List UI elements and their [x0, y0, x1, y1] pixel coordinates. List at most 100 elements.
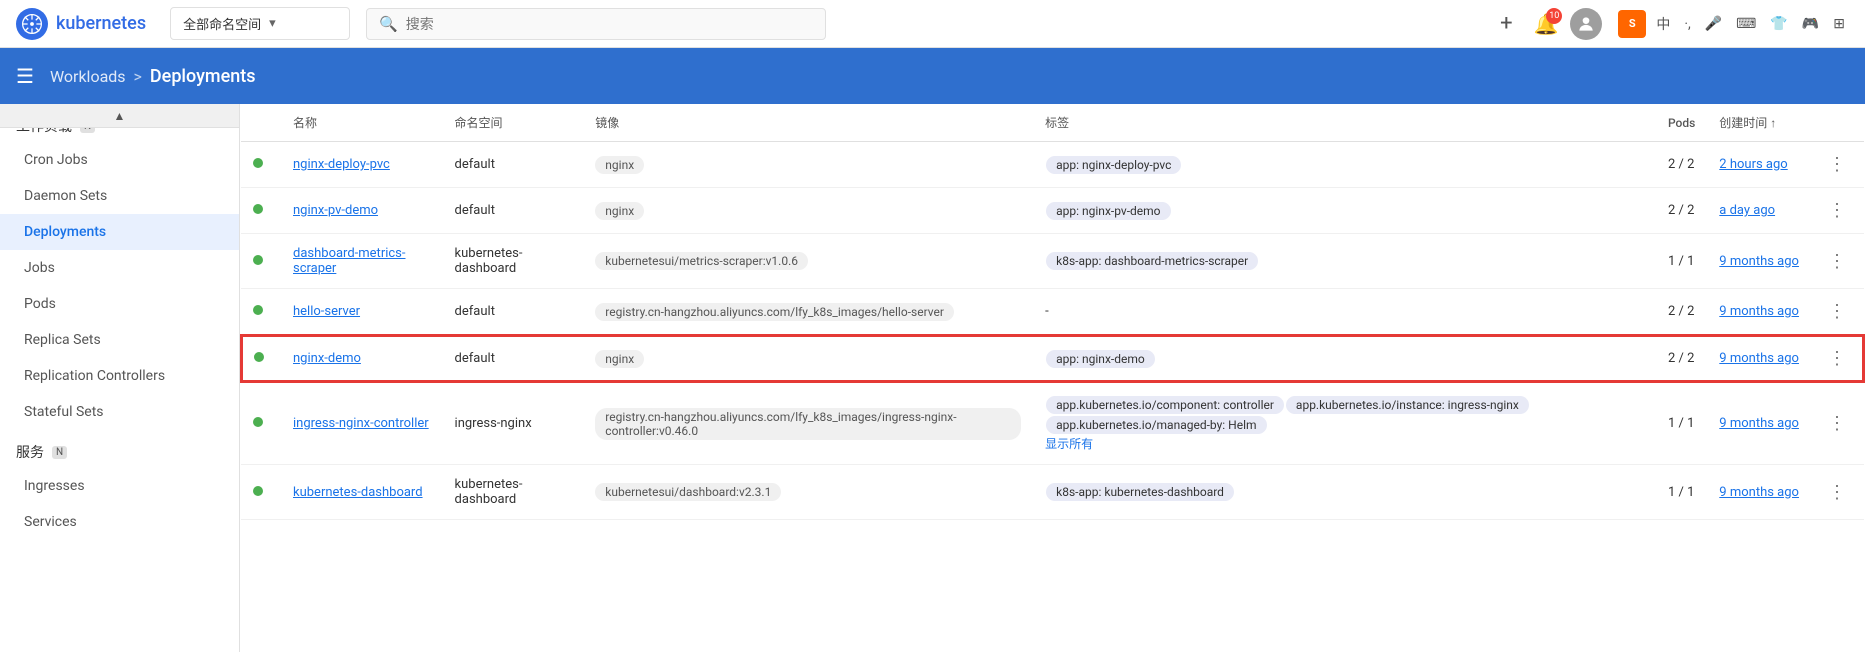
pods-cell: 2 / 2	[1656, 188, 1707, 234]
row-menu-button[interactable]: ⋮	[1823, 251, 1851, 272]
sidebar-item-services[interactable]: Services	[0, 504, 239, 540]
breadcrumb-workloads[interactable]: Workloads	[50, 67, 126, 86]
labels-cell: k8s-app: dashboard-metrics-scraper	[1033, 234, 1656, 289]
time-link[interactable]: 9 months ago	[1719, 485, 1799, 500]
time-cell: 2 hours ago	[1707, 142, 1811, 188]
chevron-down-icon: ▾	[269, 16, 276, 31]
content-area: 名称 命名空间 镜像 标签 Pods 创建时间 ↑ nginx-deploy-p…	[240, 104, 1865, 652]
namespace-cell: default	[443, 335, 584, 382]
kubernetes-logo	[16, 8, 48, 40]
row-menu-button[interactable]: ⋮	[1823, 348, 1851, 369]
sidebar-item-deployments[interactable]: Deployments	[0, 214, 239, 250]
actions-cell: ⋮	[1811, 382, 1864, 465]
image-cell: registry.cn-hangzhou.aliyuncs.com/lfy_k8…	[583, 382, 1033, 465]
sidebar-item-replication-controllers[interactable]: Replication Controllers	[0, 358, 239, 394]
deployment-name-link[interactable]: hello-server	[293, 304, 360, 319]
namespace-cell: ingress-nginx	[443, 382, 584, 465]
name-cell: ingress-nginx-controller	[281, 382, 443, 465]
notification-button[interactable]: 🔔 10	[1530, 8, 1562, 40]
deployment-name-link[interactable]: nginx-pv-demo	[293, 203, 378, 218]
sogou-lang[interactable]: 中	[1652, 12, 1674, 36]
label-chip: k8s-app: kubernetes-dashboard	[1046, 483, 1234, 501]
add-button[interactable]: +	[1490, 8, 1522, 40]
namespace-label: 全部命名空间	[183, 14, 261, 33]
row-menu-button[interactable]: ⋮	[1823, 154, 1851, 175]
status-cell	[241, 465, 281, 520]
sidebar-item-replica-sets[interactable]: Replica Sets	[0, 322, 239, 358]
search-input[interactable]	[406, 16, 813, 32]
time-link[interactable]: 9 months ago	[1719, 416, 1799, 431]
pods-cell: 1 / 1	[1656, 465, 1707, 520]
row-menu-button[interactable]: ⋮	[1823, 413, 1851, 434]
image-cell: nginx	[583, 188, 1033, 234]
time-link[interactable]: 9 months ago	[1719, 254, 1799, 269]
sidebar-item-pods[interactable]: Pods	[0, 286, 239, 322]
app-title: kubernetes	[56, 13, 146, 34]
name-cell: nginx-pv-demo	[281, 188, 443, 234]
labels-cell: -	[1033, 289, 1656, 336]
sidebar-item-jobs[interactable]: Jobs	[0, 250, 239, 286]
sogou-toolbar: S 中 ·, 🎤 ⌨ 👕 🎮 ⊞	[1618, 10, 1849, 38]
sogou-dot1[interactable]: ·,	[1680, 14, 1694, 34]
deployment-name-link[interactable]: nginx-deploy-pvc	[293, 157, 390, 172]
col-pods: Pods	[1656, 104, 1707, 142]
actions-cell: ⋮	[1811, 289, 1864, 336]
time-link[interactable]: a day ago	[1719, 203, 1775, 218]
sogou-shirt[interactable]: 👕	[1766, 14, 1791, 34]
namespace-cell: default	[443, 188, 584, 234]
table-row: hello-serverdefaultregistry.cn-hangzhou.…	[241, 289, 1864, 336]
sidebar-item-ingresses[interactable]: Ingresses	[0, 468, 239, 504]
name-cell: dashboard-metrics-scraper	[281, 234, 443, 289]
time-link[interactable]: 2 hours ago	[1719, 157, 1787, 172]
deployment-name-link[interactable]: ingress-nginx-controller	[293, 416, 429, 431]
hamburger-icon[interactable]: ☰	[16, 64, 34, 88]
row-menu-button[interactable]: ⋮	[1823, 301, 1851, 322]
sidebar-item-cron-jobs[interactable]: Cron Jobs	[0, 142, 239, 178]
user-avatar[interactable]	[1570, 8, 1602, 40]
status-dot	[254, 352, 264, 362]
main-layout: ▲ 工作负载 N Cron Jobs Daemon Sets Deploymen…	[0, 104, 1865, 652]
time-cell: 9 months ago	[1707, 382, 1811, 465]
sogou-mic[interactable]: 🎤	[1701, 14, 1726, 34]
notification-badge: 10	[1546, 8, 1562, 24]
time-link[interactable]: 9 months ago	[1719, 304, 1799, 319]
sidebar-item-stateful-sets[interactable]: Stateful Sets	[0, 394, 239, 430]
image-tag: nginx	[595, 156, 644, 174]
deployment-name-link[interactable]: kubernetes-dashboard	[293, 485, 423, 500]
sogou-icon[interactable]: S	[1618, 10, 1646, 38]
show-all-labels[interactable]: 显示所有	[1045, 437, 1093, 451]
image-cell: registry.cn-hangzhou.aliyuncs.com/lfy_k8…	[583, 289, 1033, 336]
sidebar-scroll-up[interactable]: ▲	[0, 104, 239, 128]
deployment-name-link[interactable]: nginx-demo	[293, 351, 361, 366]
table-row: dashboard-metrics-scraperkubernetes-dash…	[241, 234, 1864, 289]
row-menu-button[interactable]: ⋮	[1823, 482, 1851, 503]
col-image: 镜像	[583, 104, 1033, 142]
deployment-name-link[interactable]: dashboard-metrics-scraper	[293, 246, 406, 276]
label-chip: app: nginx-deploy-pvc	[1046, 156, 1181, 174]
status-dot	[253, 417, 263, 427]
sidebar-item-daemon-sets[interactable]: Daemon Sets	[0, 178, 239, 214]
label-chip: app.kubernetes.io/managed-by: Helm	[1046, 416, 1266, 434]
actions-cell: ⋮	[1811, 188, 1864, 234]
service-section-header: 服务 N	[0, 430, 239, 468]
actions-cell: ⋮	[1811, 142, 1864, 188]
col-labels: 标签	[1033, 104, 1656, 142]
name-cell: kubernetes-dashboard	[281, 465, 443, 520]
time-link[interactable]: 9 months ago	[1719, 351, 1799, 366]
name-cell: nginx-demo	[281, 335, 443, 382]
col-time[interactable]: 创建时间 ↑	[1707, 104, 1811, 142]
pods-cell: 2 / 2	[1656, 335, 1707, 382]
status-cell	[241, 335, 281, 382]
name-cell: nginx-deploy-pvc	[281, 142, 443, 188]
label-chip: app.kubernetes.io/component: controller	[1046, 396, 1284, 414]
table-row: nginx-deploy-pvcdefaultnginxapp: nginx-d…	[241, 142, 1864, 188]
status-cell	[241, 234, 281, 289]
image-tag: nginx	[595, 350, 644, 368]
logo-area: kubernetes	[16, 8, 146, 40]
row-menu-button[interactable]: ⋮	[1823, 200, 1851, 221]
sogou-keyboard[interactable]: ⌨	[1732, 14, 1760, 34]
namespace-selector[interactable]: 全部命名空间 ▾	[170, 7, 350, 40]
status-cell	[241, 382, 281, 465]
sogou-game[interactable]: 🎮	[1798, 14, 1823, 34]
sogou-grid[interactable]: ⊞	[1829, 14, 1849, 34]
